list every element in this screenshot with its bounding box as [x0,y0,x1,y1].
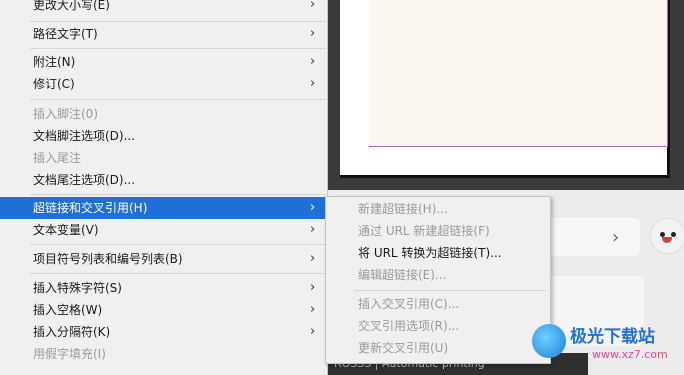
menu-item-label: 文本变量(V) [33,223,99,237]
submenu-item-label: 插入交叉引用(C)... [358,297,460,311]
submenu-item-edit-hyperlink[interactable]: 编辑超链接(E)... [326,264,550,286]
submenu-item-label: 新建超链接(H)... [358,202,448,216]
menu-item-endnote-options[interactable]: 文档尾注选项(D)... [0,169,327,191]
menu-item-label: 更改大小写(E) [33,0,110,12]
submenu-item-convert-urls-to-hyperlinks[interactable]: 将 URL 转换为超链接(T)... [326,242,550,264]
menu-separator [30,194,326,195]
page-margin-frame [369,0,668,147]
menu-item-footnote-options[interactable]: 文档脚注选项(D)... [0,125,327,147]
submenu-item-label: 编辑超链接(E)... [358,268,447,282]
watermark: 极光下载站 www.xz7.com [532,322,684,372]
menu-separator [30,99,326,100]
menu-item-label: 项目符号列表和编号列表(B) [33,252,183,266]
menu-item-bullets-numbering[interactable]: 项目符号列表和编号列表(B) › [0,248,327,270]
submenu-item-update-cross-reference[interactable]: 更新交叉引用(U) [326,337,550,359]
submenu-arrow-icon: › [310,280,316,295]
menu-item-type-on-path[interactable]: 路径文字(T) › [0,23,327,45]
menu-separator [30,273,326,274]
submenu-item-label: 更新交叉引用(U) [358,341,449,355]
menu-item-label: 插入特殊字符(S) [33,281,122,295]
submenu-item-label: 将 URL 转换为超链接(T)... [358,246,502,260]
submenu-item-new-hyperlink-from-url[interactable]: 通过 URL 新建超链接(F) [326,220,550,242]
menu-item-insert-special-character[interactable]: 插入特殊字符(S) › [0,277,327,299]
watermark-url: www.xz7.com [592,348,668,361]
menu-item-insert-endnote[interactable]: 插入尾注 [0,147,327,169]
background-card [540,218,640,256]
menu-item-change-case[interactable]: 更改大小写(E) › [0,0,327,16]
submenu-arrow-icon: › [310,76,316,91]
submenu-item-insert-cross-reference[interactable]: 插入交叉引用(C)... [326,293,550,315]
submenu-arrow-icon: › [310,26,316,41]
menu-item-track-changes[interactable]: 修订(C) › [0,73,327,95]
menu-item-label: 文档尾注选项(D)... [33,173,136,187]
avatar-icon [650,218,684,254]
submenu-arrow-icon: › [310,302,316,317]
submenu-item-cross-reference-options[interactable]: 交叉引用选项(R)... [326,315,550,337]
menu-item-hyperlinks-cross-references[interactable]: 超链接和交叉引用(H) › [0,197,327,219]
submenu-arrow-icon: › [310,324,316,339]
submenu-item-label: 交叉引用选项(R)... [358,319,460,333]
menu-item-label: 附注(N) [33,55,76,69]
hyperlinks-submenu: 新建超链接(H)... 通过 URL 新建超链接(F) 将 URL 转换为超链接… [325,196,551,364]
menu-item-label: 插入尾注 [33,151,82,165]
submenu-arrow-icon: › [310,54,316,69]
menu-item-label: 用假字填充(I) [33,347,106,361]
watermark-title: 极光下载站 [570,327,655,347]
menu-item-fill-placeholder-text[interactable]: 用假字填充(I) [0,343,327,365]
menu-item-label: 插入空格(W) [33,303,103,317]
chevron-right-icon: › [612,227,620,248]
submenu-arrow-icon: › [310,251,316,266]
menu-separator [30,21,326,22]
menu-item-insert-break-character[interactable]: 插入分隔符(K) › [0,321,327,343]
watermark-logo-icon [532,324,566,358]
menu-item-insert-footnote[interactable]: 插入脚注(0) [0,103,327,125]
menu-item-notes[interactable]: 附注(N) › [0,51,327,73]
menu-item-label: 文档脚注选项(D)... [33,129,136,143]
menu-separator [30,244,326,245]
submenu-arrow-icon: › [310,222,316,237]
submenu-item-new-hyperlink[interactable]: 新建超链接(H)... [326,198,550,220]
menu-item-label: 超链接和交叉引用(H) [33,201,148,215]
submenu-arrow-icon: › [310,0,316,12]
menu-item-label: 插入脚注(0) [33,107,98,121]
menu-item-label: 修订(C) [33,77,75,91]
menu-item-label: 插入分隔符(K) [33,325,111,339]
menu-item-label: 路径文字(T) [33,27,98,41]
context-menu: 更改大小写(E) › 路径文字(T) › 附注(N) › 修订(C) › 插入脚… [0,0,328,375]
submenu-arrow-icon: › [310,200,316,215]
menu-separator [30,48,326,49]
menu-item-insert-white-space[interactable]: 插入空格(W) › [0,299,327,321]
submenu-item-label: 通过 URL 新建超链接(F) [358,224,490,238]
submenu-separator [354,290,546,291]
menu-item-text-variables[interactable]: 文本变量(V) › [0,219,327,241]
